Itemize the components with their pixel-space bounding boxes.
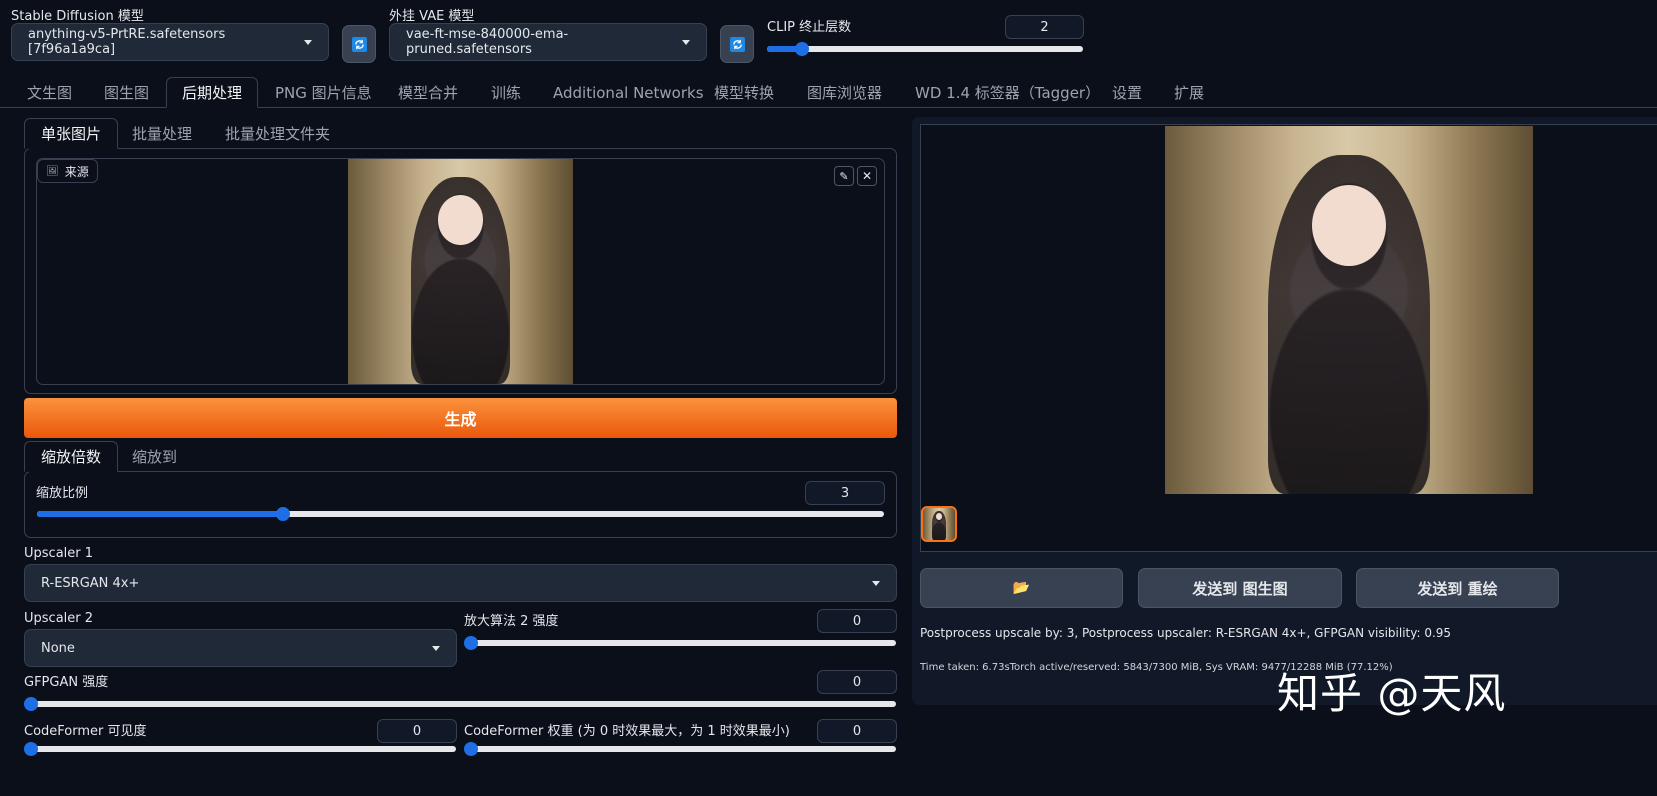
codeformer-visibility-label: CodeFormer 可见度 [24,724,147,739]
slider-knob[interactable] [464,742,478,756]
resize-input[interactable]: 3 [805,481,885,505]
upscaler2-strength-label: 放大算法 2 强度 [464,614,559,629]
edit-icon[interactable]: ✎ [834,166,854,186]
generation-info: Postprocess upscale by: 3, Postprocess u… [920,626,1452,640]
tab-additional-networks[interactable]: Additional Networks [538,77,719,108]
codeformer-visibility-slider[interactable] [24,742,456,756]
image-icon: 🖼 [46,165,59,177]
resize-slider[interactable] [37,507,884,521]
gfpgan-input[interactable]: 0 [817,670,897,694]
refresh-sd-model-button[interactable] [342,25,376,63]
tab-scale-by[interactable]: 缩放倍数 [24,441,119,472]
close-icon[interactable]: ✕ [857,166,877,186]
clip-skip-slider[interactable] [767,42,1083,56]
refresh-vae-button[interactable] [720,25,754,63]
chevron-down-icon [872,581,880,586]
codeformer-weight-input[interactable]: 0 [817,719,897,743]
upscaler2-strength-slider[interactable] [464,636,896,650]
open-folder-button[interactable]: 📂 [920,568,1123,608]
tab-scale-to[interactable]: 缩放到 [116,441,193,472]
upscaler1-label: Upscaler 1 [24,546,94,561]
source-label: 来源 [64,164,89,179]
upscaler2-dropdown[interactable]: None [24,629,457,667]
slider-knob[interactable] [275,507,290,521]
tab-extras[interactable]: 后期处理 [166,77,259,108]
slider-knob[interactable] [24,697,38,711]
sd-model-value: anything-v5-PrtRE.safetensors [7f96a1a9c… [28,27,226,57]
gfpgan-label: GFPGAN 强度 [24,675,109,690]
resize-label: 缩放比例 [36,486,89,501]
tab-batch-folder[interactable]: 批量处理文件夹 [209,118,346,149]
vae-value: vae-ft-mse-840000-ema-pruned.safetensors [406,27,569,57]
scale-panel [24,471,897,538]
generate-button[interactable]: 生成 [24,398,897,438]
upscaler2-label: Upscaler 2 [24,611,94,626]
gfpgan-slider[interactable] [24,697,896,711]
tab-txt2img[interactable]: 文生图 [12,77,87,108]
slider-knob[interactable] [464,636,478,650]
tab-extensions[interactable]: 扩展 [1159,77,1219,108]
tab-batch-process[interactable]: 批量处理 [116,118,208,149]
tab-img2img[interactable]: 图生图 [89,77,164,108]
tab-checkpoint-merger[interactable]: 模型合并 [383,77,473,108]
watermark: 知乎 @天风 [1277,669,1507,718]
tab-train[interactable]: 训练 [476,77,536,108]
clip-skip-input[interactable]: 2 [1005,15,1084,39]
upscaler2-value: None [41,640,75,656]
codeformer-weight-slider[interactable] [464,742,896,756]
refresh-icon [729,36,745,52]
refresh-icon [351,36,367,52]
source-image [348,159,573,384]
output-image[interactable] [1165,126,1533,494]
upscaler2-strength-input[interactable]: 0 [817,609,897,633]
chevron-down-icon [304,40,312,45]
tab-model-converter[interactable]: 模型转换 [699,77,789,108]
tab-single-image[interactable]: 单张图片 [24,118,119,149]
clip-label: CLIP 终止层数 [767,20,852,35]
slider-fill [37,511,283,517]
upscaler1-value: R-ESRGAN 4x+ [41,575,140,591]
send-to-inpaint-button[interactable]: 发送到 重绘 [1356,568,1559,608]
chevron-down-icon [432,646,440,651]
codeformer-visibility-input[interactable]: 0 [377,719,457,743]
chevron-down-icon [682,40,690,45]
codeformer-weight-label: CodeFormer 权重 (为 0 时效果最大，为 1 时效果最小) [464,724,790,739]
tab-settings[interactable]: 设置 [1097,77,1157,108]
tab-image-browser[interactable]: 图库浏览器 [792,77,897,108]
vae-dropdown[interactable]: vae-ft-mse-840000-ema-pruned.safetensors [389,23,707,61]
gallery-thumbnail[interactable] [921,506,957,542]
send-to-img2img-button[interactable]: 发送到 图生图 [1138,568,1342,608]
slider-knob[interactable] [794,42,809,56]
tab-tagger[interactable]: WD 1.4 标签器（Tagger） [900,77,1115,108]
sd-model-label: Stable Diffusion 模型 [11,9,144,24]
upscaler1-dropdown[interactable]: R-ESRGAN 4x+ [24,564,897,602]
vae-label: 外挂 VAE 模型 [389,9,475,24]
slider-knob[interactable] [24,742,38,756]
source-label-badge: 🖼 来源 [37,159,98,183]
folder-icon: 📂 [1012,580,1031,596]
sd-model-dropdown[interactable]: anything-v5-PrtRE.safetensors [7f96a1a9c… [11,23,329,61]
tab-png-info[interactable]: PNG 图片信息 [260,77,387,108]
